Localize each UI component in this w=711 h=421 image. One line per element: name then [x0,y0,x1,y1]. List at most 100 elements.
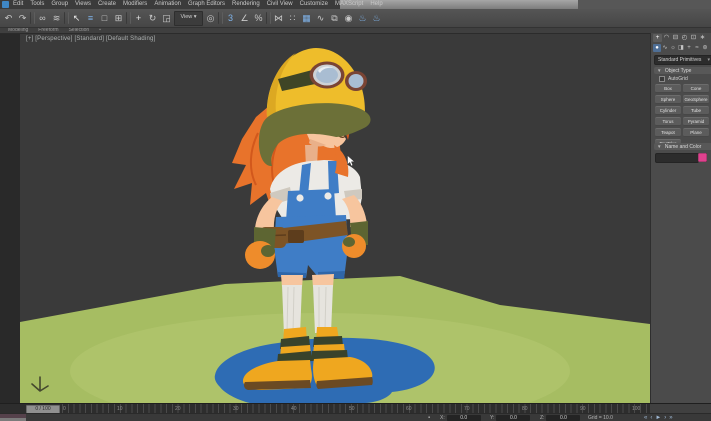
cylinder-button[interactable]: Cylinder [655,106,681,115]
selection-lock-icon[interactable]: ▪ [428,414,430,421]
teapot-button[interactable]: Teapot [655,128,681,137]
undo-icon[interactable]: ↶ [2,12,15,25]
render-setup-icon[interactable]: ♨ [356,12,369,25]
select-by-name-icon[interactable]: ≡ [84,12,97,25]
redo-icon[interactable]: ↷ [16,12,29,25]
box-button[interactable]: Box [655,84,681,93]
material-editor-icon[interactable]: ◉ [342,12,355,25]
object-color-swatch[interactable] [698,153,707,162]
timeline-tick: 100 [632,406,640,412]
utilities-tab-icon[interactable]: ∗ [698,34,707,42]
timeline-tick: 10 [117,406,123,412]
menu-help[interactable]: Help [370,0,382,9]
perspective-viewport[interactable]: [+] [Perspective] [Standard] [Default Sh… [20,33,650,403]
timeline-tick: 70 [464,406,470,412]
render-production-icon[interactable]: ♨ [370,12,383,25]
menu-rendering[interactable]: Rendering [232,0,260,9]
menu-create[interactable]: Create [98,0,116,9]
space-warps-category-icon[interactable]: ≈ [693,44,701,52]
rectangular-selection-region-icon[interactable]: □ [98,12,111,25]
object-name-field[interactable] [655,153,699,163]
chevron-down-icon: ▾ [707,56,710,64]
app-logo-icon[interactable] [2,1,9,8]
viewport-scene [20,33,650,403]
pyramid-button[interactable]: Pyramid [683,117,709,126]
display-tab-icon[interactable]: ⊡ [689,34,698,42]
shapes-category-icon[interactable]: ∿ [661,44,669,52]
hierarchy-tab-icon[interactable]: ⊟ [671,34,680,42]
timeline-tick: 0 [63,406,66,412]
percent-snap-icon[interactable]: % [252,12,265,25]
bind-to-space-warp-icon[interactable]: ≋ [50,12,63,25]
helpers-category-icon[interactable]: + [685,44,693,52]
z-coordinate-field[interactable]: 0.0 [546,415,580,421]
primitive-type-dropdown[interactable]: Standard Primitives ▾ [654,55,711,65]
mouse-cursor [347,155,356,167]
go-to-end-icon[interactable]: » [669,414,672,421]
select-and-scale-icon[interactable]: ◲ [160,12,173,25]
schematic-view-icon[interactable]: ⧉ [328,12,341,25]
menu-group[interactable]: Group [51,0,68,9]
toolbar-separator [266,12,271,24]
next-frame-icon[interactable]: › [664,414,666,421]
ribbon-bar: Modeling Freeform Selection ▪ [0,27,711,34]
menu-graph-editors[interactable]: Graph Editors [188,0,225,9]
timeline-tick: 30 [233,406,239,412]
y-coordinate-field[interactable]: 0.0 [496,415,530,421]
lights-category-icon[interactable]: ☼ [669,44,677,52]
toolbar-separator [30,12,35,24]
geosphere-button[interactable]: GeoSphere [683,95,709,104]
select-object-icon[interactable]: ↖ [70,12,83,25]
create-tab-icon[interactable]: + [653,34,662,42]
go-to-start-icon[interactable]: « [644,414,647,421]
window-crossing-icon[interactable]: ⊞ [112,12,125,25]
angle-snap-icon[interactable]: ∠ [238,12,251,25]
menu-civil-view[interactable]: Civil View [267,0,293,9]
plane-button[interactable]: Plane [683,128,709,137]
menu-tools[interactable]: Tools [30,0,44,9]
cone-button[interactable]: Cone [683,84,709,93]
menu-bar: Edit Tools Group Views Create Modifiers … [0,0,711,9]
character-mitt-right-patch [343,237,355,247]
menu-edit[interactable]: Edit [13,0,23,9]
mirror-icon[interactable]: ⋈ [272,12,285,25]
layer-explorer-icon[interactable]: ▦ [300,12,313,25]
tube-button[interactable]: Tube [683,106,709,115]
motion-tab-icon[interactable]: ◴ [680,34,689,42]
x-label: X: [440,414,445,421]
autogrid-checkbox[interactable] [659,76,665,82]
x-coordinate-field[interactable]: 0.0 [447,415,481,421]
goggle-lens-far-glass [349,74,364,88]
curve-editor-icon[interactable]: ∿ [314,12,327,25]
torus-button[interactable]: Torus [655,117,681,126]
name-and-color-rollout-header[interactable]: ▼ Name and Color [654,143,711,150]
menu-customize[interactable]: Customize [300,0,328,9]
sphere-button[interactable]: Sphere [655,95,681,104]
select-and-link-icon[interactable]: ∞ [36,12,49,25]
object-type-buttons: Box Cone Sphere GeoSphere Cylinder Tube … [655,84,709,148]
previous-frame-icon[interactable]: ‹ [650,414,652,421]
use-pivot-center-icon[interactable]: ◎ [204,12,217,25]
z-label: Z: [540,414,544,421]
modify-tab-icon[interactable]: ◠ [662,34,671,42]
menu-maxscript[interactable]: MAXScript [335,0,363,9]
select-and-rotate-icon[interactable]: ↻ [146,12,159,25]
left-dock-strip [0,33,21,403]
character-button-right [324,192,331,199]
select-and-move-icon[interactable]: + [132,12,145,25]
viewport-label[interactable]: [+] [Perspective] [Standard] [Default Sh… [26,36,155,42]
primitive-type-value: Standard Primitives [658,57,701,63]
systems-category-icon[interactable]: ⊛ [701,44,709,52]
geometry-category-icon[interactable]: ● [653,44,661,52]
menu-animation[interactable]: Animation [154,0,181,9]
object-type-rollout-header[interactable]: ▼ Object Type [654,67,711,74]
align-icon[interactable]: ∷ [286,12,299,25]
play-icon[interactable]: ► [655,414,661,421]
menu-views[interactable]: Views [75,0,91,9]
status-bar: ▪ X: 0.0 Y: 0.0 Z: 0.0 Grid = 10.0 « ‹ ►… [0,413,711,421]
snaps-toggle-icon[interactable]: 3 [224,12,237,25]
create-categories: ● ∿ ☼ ◨ + ≈ ⊛ [653,44,709,52]
reference-coordinate-system-dropdown[interactable]: View ▾ [174,11,203,26]
menu-modifiers[interactable]: Modifiers [123,0,147,9]
cameras-category-icon[interactable]: ◨ [677,44,685,52]
